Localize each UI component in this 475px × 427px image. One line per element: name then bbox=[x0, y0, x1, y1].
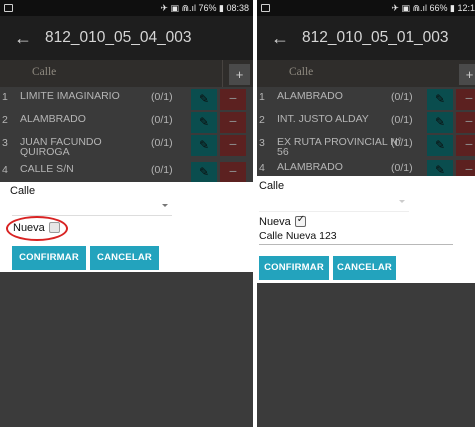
row-number: 3 bbox=[259, 137, 265, 149]
confirm-button[interactable]: CONFIRMAR bbox=[12, 246, 86, 270]
confirm-button[interactable]: CONFIRMAR bbox=[259, 256, 329, 280]
delete-minus-icon[interactable]: − bbox=[220, 135, 246, 156]
table-row: 3 JUAN FACUNDO QUIROGA (0/1) ✎ − bbox=[0, 133, 253, 160]
delete-minus-icon[interactable]: − bbox=[456, 89, 475, 110]
edit-pencil-icon[interactable]: ✎ bbox=[427, 112, 453, 133]
street-name: CALLE S/N bbox=[20, 163, 74, 175]
row-number: 2 bbox=[2, 114, 8, 126]
grid-header: Calle + bbox=[0, 60, 253, 87]
street-count: (0/1) bbox=[391, 162, 413, 174]
street-name: INT. JUSTO ALDAY bbox=[277, 113, 369, 125]
checkmark-icon: ✓ bbox=[296, 214, 306, 225]
status-bar: ✈ ▣ ⋒.ıl 76% ▮ 08:38 bbox=[0, 0, 253, 16]
delete-minus-icon[interactable]: − bbox=[456, 160, 475, 176]
header-divider bbox=[222, 60, 223, 87]
table-row: 3 EX RUTA PROVINCIAL N° 56 (0/1) ✎ − bbox=[257, 133, 475, 158]
edit-pencil-icon[interactable]: ✎ bbox=[191, 162, 217, 182]
edit-pencil-icon[interactable]: ✎ bbox=[191, 89, 217, 110]
grid-header: Calle + bbox=[257, 60, 475, 87]
image-notification-icon bbox=[4, 4, 13, 12]
calle-dropdown[interactable] bbox=[12, 200, 172, 216]
page-title: 812_010_05_01_003 bbox=[302, 29, 449, 46]
dimmed-background bbox=[0, 272, 253, 427]
calle-dropdown[interactable] bbox=[259, 196, 409, 212]
right-screenshot: ✈ ▣ ⋒.ıl 66% ▮ 12:1 ← 812_010_05_01_003 … bbox=[257, 0, 475, 427]
street-name: ALAMBRADO bbox=[277, 161, 343, 173]
calle-label: Calle bbox=[259, 180, 285, 192]
new-street-input[interactable]: Calle Nueva 123 bbox=[259, 230, 453, 245]
app-bar: ← 812_010_05_01_003 bbox=[257, 16, 475, 60]
image-notification-icon bbox=[261, 4, 270, 12]
table-row: 4 ALAMBRADO (0/1) ✎ − bbox=[257, 158, 475, 176]
cancel-button[interactable]: CANCELAR bbox=[333, 256, 396, 280]
add-street-button[interactable]: + bbox=[459, 64, 475, 85]
left-screenshot: ✈ ▣ ⋒.ıl 76% ▮ 08:38 ← 812_010_05_04_003… bbox=[0, 0, 253, 427]
new-street-value: Calle Nueva 123 bbox=[259, 230, 337, 242]
street-name: JUAN FACUNDO QUIROGA bbox=[20, 136, 102, 158]
add-street-button[interactable]: + bbox=[229, 64, 250, 85]
row-number: 1 bbox=[2, 91, 8, 103]
table-row: 2 ALAMBRADO (0/1) ✎ − bbox=[0, 110, 253, 133]
table-row: 1 ALAMBRADO (0/1) ✎ − bbox=[257, 87, 475, 110]
street-count: (0/1) bbox=[391, 91, 413, 103]
table-row: 4 CALLE S/N (0/1) ✎ − bbox=[0, 160, 253, 182]
back-arrow-icon[interactable]: ← bbox=[14, 16, 32, 60]
app-bar: ← 812_010_05_04_003 bbox=[0, 16, 253, 60]
edit-pencil-icon[interactable]: ✎ bbox=[427, 135, 453, 156]
dropdown-caret-icon bbox=[162, 204, 168, 207]
streets-grid: Calle + 1 LIMITE IMAGINARIO (0/1) ✎ − 2 … bbox=[0, 60, 253, 182]
street-name: ALAMBRADO bbox=[20, 113, 86, 125]
delete-minus-icon[interactable]: − bbox=[220, 112, 246, 133]
cancel-button[interactable]: CANCELAR bbox=[90, 246, 159, 270]
grid-header-label: Calle bbox=[289, 66, 314, 78]
dropdown-caret-icon bbox=[399, 200, 405, 203]
row-number: 3 bbox=[2, 137, 8, 149]
delete-minus-icon[interactable]: − bbox=[220, 89, 246, 110]
row-number: 1 bbox=[259, 91, 265, 103]
page-title: 812_010_05_04_003 bbox=[45, 29, 192, 46]
status-indicators: ✈ ▣ ⋒.ıl 66% ▮ 12:1 bbox=[391, 3, 475, 13]
calle-label: Calle bbox=[10, 185, 36, 197]
status-indicators: ✈ ▣ ⋒.ıl 76% ▮ 08:38 bbox=[160, 3, 249, 13]
highlight-circle bbox=[6, 216, 68, 241]
street-count: (0/1) bbox=[151, 91, 173, 103]
street-name-continued: 56 bbox=[277, 146, 289, 158]
street-count: (0/1) bbox=[391, 114, 413, 126]
street-count: (0/1) bbox=[151, 137, 173, 149]
delete-minus-icon[interactable]: − bbox=[456, 112, 475, 133]
street-count: (0/1) bbox=[391, 137, 413, 149]
street-count: (0/1) bbox=[151, 164, 173, 176]
grid-header-label: Calle bbox=[32, 66, 57, 78]
street-name: LIMITE IMAGINARIO bbox=[20, 90, 120, 102]
street-count: (0/1) bbox=[151, 114, 173, 126]
edit-pencil-icon[interactable]: ✎ bbox=[427, 89, 453, 110]
nueva-option: Nueva ✓ bbox=[259, 214, 306, 228]
table-row: 1 LIMITE IMAGINARIO (0/1) ✎ − bbox=[0, 87, 253, 110]
nueva-checkbox[interactable]: ✓ bbox=[294, 214, 306, 227]
table-row: 2 INT. JUSTO ALDAY (0/1) ✎ − bbox=[257, 110, 475, 133]
back-arrow-icon[interactable]: ← bbox=[271, 16, 289, 60]
row-number: 4 bbox=[2, 164, 8, 176]
nueva-label: Nueva bbox=[259, 216, 291, 228]
row-number: 2 bbox=[259, 114, 265, 126]
status-bar: ✈ ▣ ⋒.ıl 66% ▮ 12:1 bbox=[257, 0, 475, 16]
delete-minus-icon[interactable]: − bbox=[220, 162, 246, 182]
street-name: ALAMBRADO bbox=[277, 90, 343, 102]
edit-pencil-icon[interactable]: ✎ bbox=[191, 135, 217, 156]
edit-pencil-icon[interactable]: ✎ bbox=[427, 160, 453, 176]
street-name: EX RUTA PROVINCIAL N° bbox=[277, 136, 402, 148]
delete-minus-icon[interactable]: − bbox=[456, 135, 475, 156]
dimmed-background bbox=[257, 283, 475, 427]
edit-pencil-icon[interactable]: ✎ bbox=[191, 112, 217, 133]
row-number: 4 bbox=[259, 162, 265, 174]
streets-grid: Calle + 1 ALAMBRADO (0/1) ✎ − 2 INT. JUS… bbox=[257, 60, 475, 176]
